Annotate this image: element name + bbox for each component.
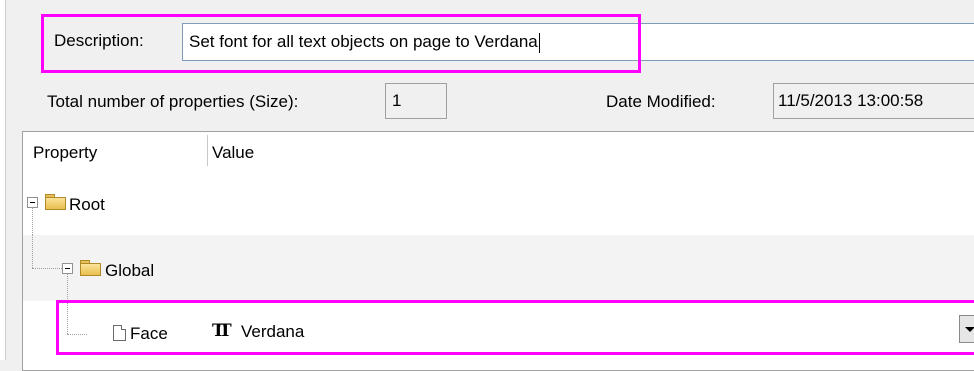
folder-icon: [80, 260, 101, 276]
date-modified-field: 11/5/2013 13:00:58: [773, 83, 974, 119]
size-label: Total number of properties (Size):: [47, 92, 299, 111]
tree-row-root[interactable]: Root: [23, 169, 974, 235]
tree-connector: [67, 274, 68, 301]
tree-label-root: Root: [69, 195, 105, 214]
column-divider[interactable]: [207, 135, 208, 166]
collapse-icon[interactable]: [27, 197, 38, 208]
window-left-edge: [0, 0, 6, 360]
tree-connector: [32, 208, 33, 235]
tree-row-global[interactable]: Global: [23, 235, 974, 301]
folder-icon: [45, 194, 66, 210]
column-header-property[interactable]: Property: [33, 143, 97, 163]
column-header-value[interactable]: Value: [212, 143, 254, 163]
grid-header: Property Value: [23, 132, 974, 170]
tree-connector: [32, 268, 62, 269]
size-field: 1: [385, 83, 447, 119]
description-highlight: [41, 14, 641, 73]
face-row-highlight: [56, 300, 974, 355]
tree-connector: [32, 235, 33, 268]
date-modified-label: Date Modified:: [606, 92, 716, 111]
tree-label-global: Global: [105, 261, 155, 280]
collapse-icon[interactable]: [62, 263, 73, 274]
